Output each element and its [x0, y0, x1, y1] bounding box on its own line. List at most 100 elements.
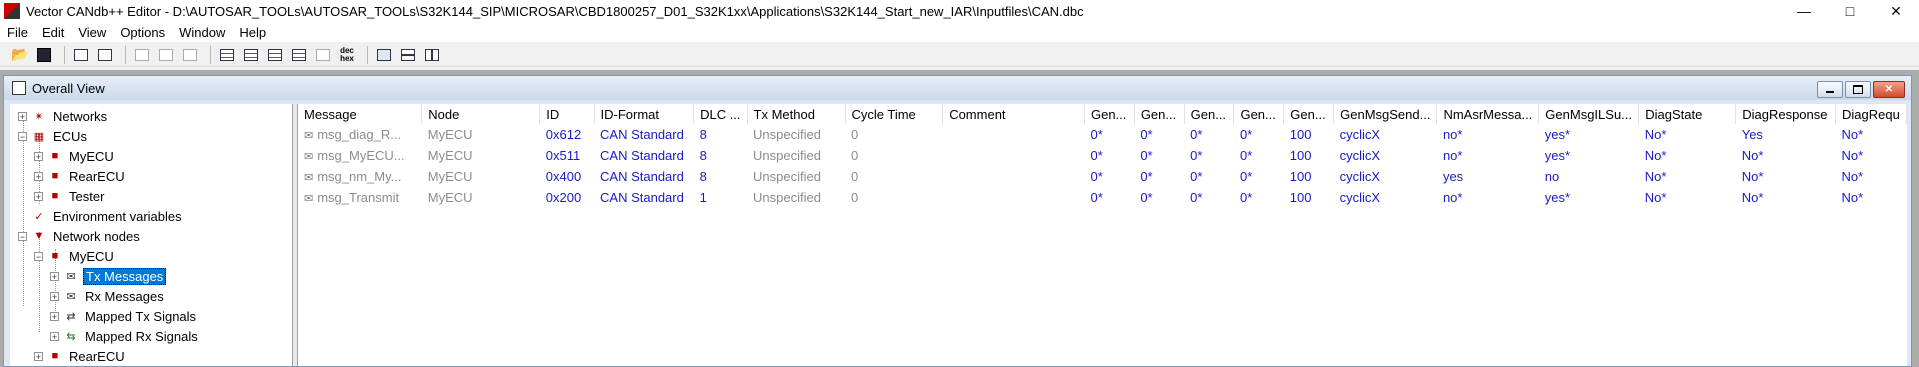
- tree-item-mapped-tx-signals[interactable]: + ⇄ Mapped Tx Signals: [50, 307, 198, 325]
- paste-button[interactable]: [95, 45, 115, 65]
- expand-icon[interactable]: +: [34, 171, 43, 181]
- child-title-bar[interactable]: Overall View ✕: [4, 76, 1911, 100]
- cell-comment[interactable]: [943, 145, 1085, 166]
- cell-gen-1[interactable]: 0*: [1084, 145, 1134, 166]
- tree-item-ecus[interactable]: − ▦ ECUs: [18, 127, 89, 145]
- cell-diagrequest[interactable]: No*: [1836, 124, 1907, 145]
- cell-tx-method[interactable]: Unspecified: [747, 187, 845, 208]
- cell-nmasrmessage[interactable]: yes: [1437, 166, 1539, 187]
- cell-diagstate[interactable]: No*: [1639, 166, 1736, 187]
- tree-item-mapped-rx-signals[interactable]: + ⇆ Mapped Rx Signals: [50, 327, 200, 345]
- tree-item-network-nodes[interactable]: − ▼ Network nodes: [18, 227, 142, 245]
- column-header-diagstate[interactable]: DiagState: [1638, 104, 1737, 124]
- menu-file[interactable]: File: [0, 25, 35, 40]
- cell-genmsgsend[interactable]: cyclicX: [1334, 166, 1437, 187]
- cell-diagstate[interactable]: No*: [1639, 187, 1736, 208]
- cell-id[interactable]: 0x612: [540, 124, 594, 145]
- cell-genmsgilsupport[interactable]: no: [1539, 166, 1639, 187]
- cell-gen-4[interactable]: 0*: [1234, 124, 1284, 145]
- cell-cycle-time[interactable]: 0: [845, 145, 943, 166]
- column-header-id[interactable]: ID: [539, 104, 595, 124]
- column-header-nmasrmessage[interactable]: NmAsrMessa...: [1436, 104, 1540, 124]
- view-list-button[interactable]: [217, 45, 237, 65]
- maximize-button[interactable]: □: [1827, 0, 1873, 22]
- column-header-dlc[interactable]: DLC ...: [693, 104, 748, 124]
- menu-view[interactable]: View: [71, 25, 113, 40]
- cell-dlc[interactable]: 8: [694, 166, 747, 187]
- expand-icon[interactable]: +: [50, 331, 59, 341]
- cell-message[interactable]: ✉ msg_Transmit: [298, 187, 422, 208]
- delete-object-button[interactable]: [156, 45, 176, 65]
- cell-diagrequest[interactable]: No*: [1836, 187, 1907, 208]
- cell-dlc[interactable]: 8: [694, 145, 747, 166]
- expand-icon[interactable]: +: [34, 151, 43, 161]
- tile-horizontal-button[interactable]: [398, 45, 418, 65]
- column-header-comment[interactable]: Comment: [942, 104, 1085, 124]
- cell-diagresponse[interactable]: No*: [1736, 166, 1836, 187]
- expand-icon[interactable]: +: [50, 311, 59, 321]
- close-button[interactable]: ✕: [1873, 0, 1919, 22]
- cell-gen-5[interactable]: 100: [1284, 187, 1334, 208]
- tree-item-node-rearecu[interactable]: + ■ RearECU: [34, 347, 127, 365]
- cell-diagresponse[interactable]: No*: [1736, 187, 1836, 208]
- cell-cycle-time[interactable]: 0: [845, 124, 943, 145]
- child-close-button[interactable]: ✕: [1873, 81, 1905, 98]
- cell-tx-method[interactable]: Unspecified: [747, 124, 845, 145]
- cell-gen-1[interactable]: 0*: [1084, 187, 1134, 208]
- cell-gen-1[interactable]: 0*: [1084, 166, 1134, 187]
- collapse-icon[interactable]: −: [18, 231, 27, 241]
- cell-tx-method[interactable]: Unspecified: [747, 166, 845, 187]
- cell-genmsgilsupport[interactable]: yes*: [1539, 145, 1639, 166]
- cell-gen-4[interactable]: 0*: [1234, 145, 1284, 166]
- view-detail-button[interactable]: [265, 45, 285, 65]
- open-button[interactable]: 📂: [10, 45, 30, 65]
- menu-help[interactable]: Help: [232, 25, 273, 40]
- cell-node[interactable]: MyECU: [422, 145, 540, 166]
- copy-button[interactable]: [71, 45, 91, 65]
- column-header-tx-method[interactable]: Tx Method: [747, 104, 846, 124]
- column-header-gen-4[interactable]: Gen...: [1233, 104, 1285, 124]
- expand-icon[interactable]: +: [18, 111, 27, 121]
- new-object-button[interactable]: [132, 45, 152, 65]
- tree-item-ecu-myecu[interactable]: + ■ MyECU: [34, 147, 116, 165]
- cell-cycle-time[interactable]: 0: [845, 187, 943, 208]
- cell-genmsgsend[interactable]: cyclicX: [1334, 187, 1437, 208]
- table-row[interactable]: ✉ msg_Transmit MyECU 0x200 CAN Standard 1 Unsp…: [298, 187, 1907, 208]
- cell-node[interactable]: MyECU: [422, 187, 540, 208]
- cell-genmsgilsupport[interactable]: yes*: [1539, 124, 1639, 145]
- cell-diagstate[interactable]: No*: [1639, 124, 1736, 145]
- column-header-node[interactable]: Node: [421, 104, 541, 124]
- view-attributes-button[interactable]: [313, 45, 333, 65]
- cell-message[interactable]: ✉ msg_nm_My...: [298, 166, 422, 187]
- table-row[interactable]: ✉ msg_diag_R... MyECU 0x612 CAN Standard 8 Uns…: [298, 124, 1907, 145]
- cell-dlc[interactable]: 8: [694, 124, 747, 145]
- column-header-diagresponse[interactable]: DiagResponse: [1735, 104, 1837, 124]
- tree-item-rx-messages[interactable]: + ✉ Rx Messages: [50, 287, 166, 305]
- cell-gen-4[interactable]: 0*: [1234, 187, 1284, 208]
- column-header-message[interactable]: Message: [298, 104, 423, 124]
- expand-icon[interactable]: +: [50, 291, 59, 301]
- tree-item-ecu-tester[interactable]: + ■ Tester: [34, 187, 106, 205]
- cell-comment[interactable]: [943, 124, 1085, 145]
- cell-gen-2[interactable]: 0*: [1134, 187, 1184, 208]
- cell-id[interactable]: 0x400: [540, 166, 594, 187]
- cell-node[interactable]: MyECU: [422, 166, 540, 187]
- cell-id-format[interactable]: CAN Standard: [594, 166, 694, 187]
- dec-hex-toggle[interactable]: dec hex: [337, 45, 357, 65]
- cell-gen-3[interactable]: 0*: [1184, 187, 1234, 208]
- cell-diagrequest[interactable]: No*: [1836, 166, 1907, 187]
- column-header-gen-2[interactable]: Gen...: [1134, 104, 1185, 124]
- tree-item-environment-variables[interactable]: ✓ Environment variables: [31, 207, 184, 225]
- column-header-genmsgilsupport[interactable]: GenMsgILSu...: [1538, 104, 1640, 124]
- cell-tx-method[interactable]: Unspecified: [747, 145, 845, 166]
- menu-window[interactable]: Window: [172, 25, 232, 40]
- cell-gen-2[interactable]: 0*: [1134, 166, 1184, 187]
- cell-gen-5[interactable]: 100: [1284, 166, 1334, 187]
- column-header-diagrequest[interactable]: DiagRequ: [1835, 104, 1907, 124]
- cell-id[interactable]: 0x200: [540, 187, 594, 208]
- child-minimize-button[interactable]: [1817, 81, 1843, 98]
- cell-gen-2[interactable]: 0*: [1134, 145, 1184, 166]
- cell-genmsgsend[interactable]: cyclicX: [1334, 124, 1437, 145]
- view-signals-button[interactable]: [289, 45, 309, 65]
- cell-gen-3[interactable]: 0*: [1184, 124, 1234, 145]
